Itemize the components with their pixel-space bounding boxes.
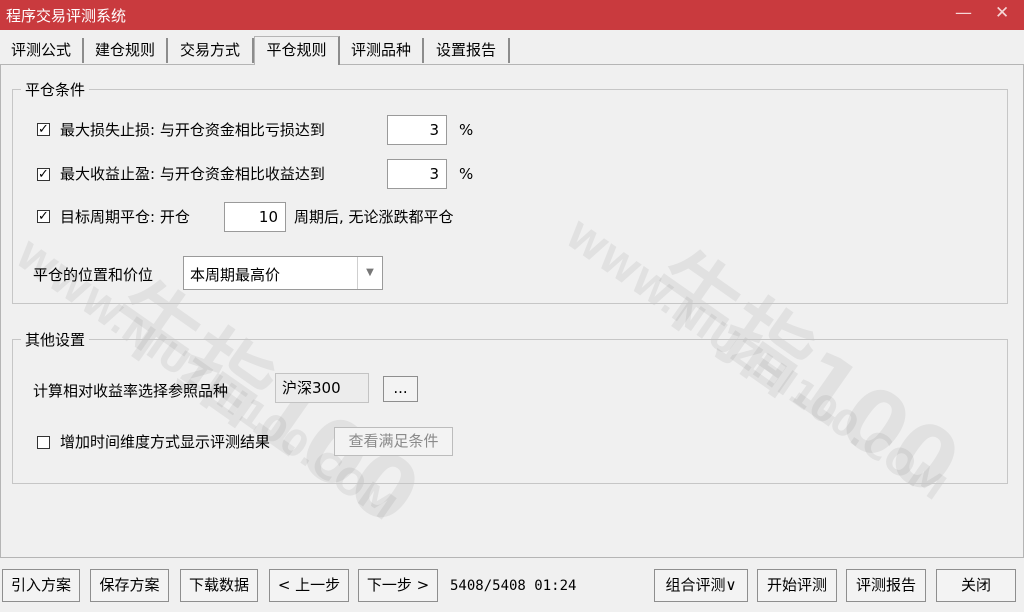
other-settings-legend: 其他设置 (21, 329, 90, 350)
other-settings-group: 其他设置 计算相对收益率选择参照品种 沪深300 ... 增加时间维度方式显示评… (12, 329, 1008, 484)
take-profit-checkbox[interactable]: ✓ (37, 168, 50, 181)
tab-trade-method[interactable]: 交易方式 (168, 38, 254, 63)
browse-benchmark-button[interactable]: ... (383, 376, 418, 402)
stop-loss-unit: % (459, 121, 474, 139)
benchmark-field: 沪深300 (275, 373, 369, 403)
tab-bar: 评测公式 建仓规则 交易方式 平仓规则 评测品种 设置报告 (0, 36, 1024, 65)
take-profit-label: 最大收益止盈: 与开仓资金相比收益达到 (60, 165, 325, 183)
tab-close-rules[interactable]: 平仓规则 (254, 36, 340, 65)
position-price-select[interactable]: 本周期最高价 ▼ (183, 256, 383, 290)
title-bar: 程序交易评测系统 — ✕ (0, 0, 1024, 30)
position-price-value: 本周期最高价 (190, 266, 281, 284)
close-button[interactable]: 关闭 (936, 569, 1016, 602)
previous-step-button[interactable]: < 上一步 (269, 569, 349, 602)
view-conditions-button[interactable]: 查看满足条件 (334, 427, 453, 456)
target-period-label-prefix: 目标周期平仓: 开仓 (60, 208, 190, 226)
start-evaluate-button[interactable]: 开始评测 (757, 569, 837, 602)
stop-loss-checkbox[interactable]: ✓ (37, 123, 50, 136)
close-conditions-legend: 平仓条件 (21, 79, 90, 100)
next-step-button[interactable]: 下一步 > (358, 569, 438, 602)
target-period-checkbox[interactable]: ✓ (37, 210, 50, 223)
stop-loss-input[interactable]: 3 (387, 115, 447, 145)
position-price-label: 平仓的位置和价位 (33, 266, 154, 284)
tab-instruments[interactable]: 评测品种 (340, 38, 424, 63)
tab-report-settings[interactable]: 设置报告 (424, 38, 510, 63)
download-data-button[interactable]: 下载数据 (180, 569, 258, 602)
target-period-label-suffix: 周期后, 无论涨跌都平仓 (294, 208, 454, 226)
evaluate-report-button[interactable]: 评测报告 (846, 569, 926, 602)
tab-page: WWW.NIUZHI100.COM WWW.NIUZHI100.COM 牛指10… (0, 64, 1024, 558)
benchmark-label: 计算相对收益率选择参照品种 (33, 382, 229, 400)
stop-loss-label: 最大损失止损: 与开仓资金相比亏损达到 (60, 121, 325, 139)
time-dimension-label: 增加时间维度方式显示评测结果 (60, 433, 271, 451)
close-icon[interactable]: ✕ (995, 3, 1009, 23)
time-dimension-checkbox[interactable] (37, 436, 50, 449)
take-profit-input[interactable]: 3 (387, 159, 447, 189)
tab-open-rules[interactable]: 建仓规则 (84, 38, 168, 63)
take-profit-unit: % (459, 165, 474, 183)
status-text: 5408/5408 01:24 (450, 578, 577, 594)
minimize-icon[interactable]: — (955, 3, 972, 23)
import-plan-button[interactable]: 引入方案 (2, 569, 80, 602)
window-title: 程序交易评测系统 (6, 7, 127, 25)
save-plan-button[interactable]: 保存方案 (90, 569, 169, 602)
close-conditions-group: 平仓条件 ✓ 最大损失止损: 与开仓资金相比亏损达到 3 % ✓ 最大收益止盈:… (12, 79, 1008, 304)
combo-evaluate-button[interactable]: 组合评测∨ (654, 569, 748, 602)
target-period-input[interactable]: 10 (224, 202, 286, 232)
tab-formula[interactable]: 评测公式 (0, 38, 84, 63)
chevron-down-icon[interactable]: ▼ (357, 257, 382, 289)
